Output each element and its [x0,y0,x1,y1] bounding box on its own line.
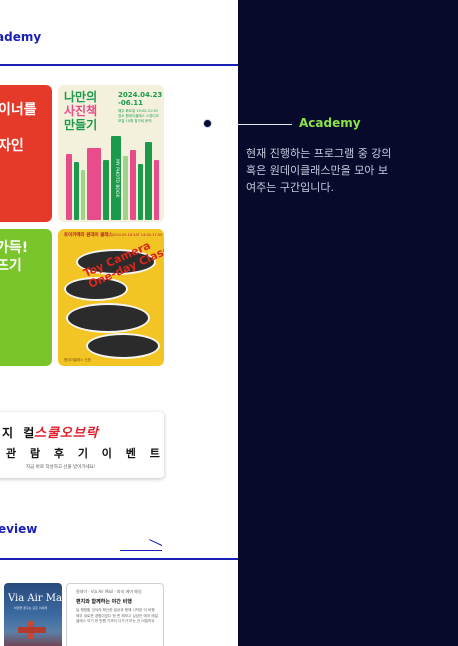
review-meta: 원데이 · Via Air Mail · 파리 에어 메일 [76,589,142,594]
review-card[interactable]: 원데이 · Via Air Mail · 파리 에어 메일 편지와 함께하는 야… [66,583,164,646]
banner-line1: 지 컬 [2,426,38,440]
review-thumbnail-subtitle: 비행을 꿈꾸는 모든 이에게 [14,606,48,610]
class-card-toy-camera[interactable]: 토이카메라 원데이 클래스 2024.05.18 SAT 14:00-17:00… [58,229,164,366]
class-card-photo-book[interactable]: 나만의 사진책 만들기 2024.04.23 -06.11 매주 화요일 19:… [58,85,164,222]
arrow-head-icon [149,539,163,546]
banner-line2: 관 람 후 기 이 벤 트 [6,447,165,460]
airplane-body [18,627,46,633]
photo-book-title: 나만의 사진책 만들기 [64,90,97,132]
academy-section-rule [0,64,238,66]
photo-title-line2: 사진책 [64,104,98,118]
photo-date-line1: 2024.04.23 [118,91,163,99]
annotation-connector-line [236,124,292,125]
card-green-line1: 가득! [0,240,29,256]
review-thumbnail-title: Via Air Mail [8,593,62,604]
photo-title-line1: 나만의 [64,90,98,104]
review-body: 늘 평범할 것이라 확신한 일상과 함께 시작된 이 비행 매우 새로운 경험이… [76,608,158,623]
photo-title-line3: 만들기 [64,118,98,132]
card-green-line2: 뜨기 [0,258,22,274]
review-section-title: eview [0,522,38,536]
review-title: 편지와 함께하는 야간 비행 [76,599,132,605]
class-card-green[interactable]: 가득! 뜨기 [0,229,52,366]
review-section-rule [0,558,238,560]
annotation-label: Academy [299,116,361,130]
toy-camera-header-left: 토이카메라 원데이 클래스 [64,233,113,238]
annotation-panel [238,0,458,646]
photo-oval-4 [86,333,160,359]
card-red-line2: 자인 [0,138,24,154]
class-card-red[interactable]: 이너를 자인 [0,85,52,222]
content-preview-panel: ademy 이너를 자인 나만의 사진책 만들기 2024.04.23 -06.… [0,0,238,646]
event-banner[interactable]: 지 컬 스쿨오브락 관 람 후 기 이 벤 트 지금 바로 작성하고 선물 받아… [0,412,164,478]
annotation-dot-icon [203,119,212,128]
academy-section-title: ademy [0,30,42,44]
photo-book-date: 2024.04.23 -06.11 [118,91,162,107]
photo-date-line2: -06.11 [118,99,144,107]
card-red-line1: 이너를 [0,102,37,118]
banner-line3: 지금 바로 작성하고 선물 받아가세요! [26,465,96,470]
photo-oval-3 [66,303,150,333]
annotation-description: 현재 진행하는 프로그램 중 강의 혹은 원데이클래스만을 모아 보여주는 구간… [246,147,392,194]
toy-camera-footer: 원데이클래스 신청 [64,358,91,362]
photo-book-details: 매주 화요일 19:00-21:30 장소 원데이클래스 스튜디오 모집 10명… [118,109,159,123]
banner-brand-logo: 스쿨오브락 [34,426,99,441]
review-thumbnail[interactable]: Via Air Mail 비행을 꿈꾸는 모든 이에게 [4,583,62,646]
arrow-right-icon[interactable] [120,550,162,551]
photo-book-spine: MY PHOTO BOOK [111,136,121,220]
